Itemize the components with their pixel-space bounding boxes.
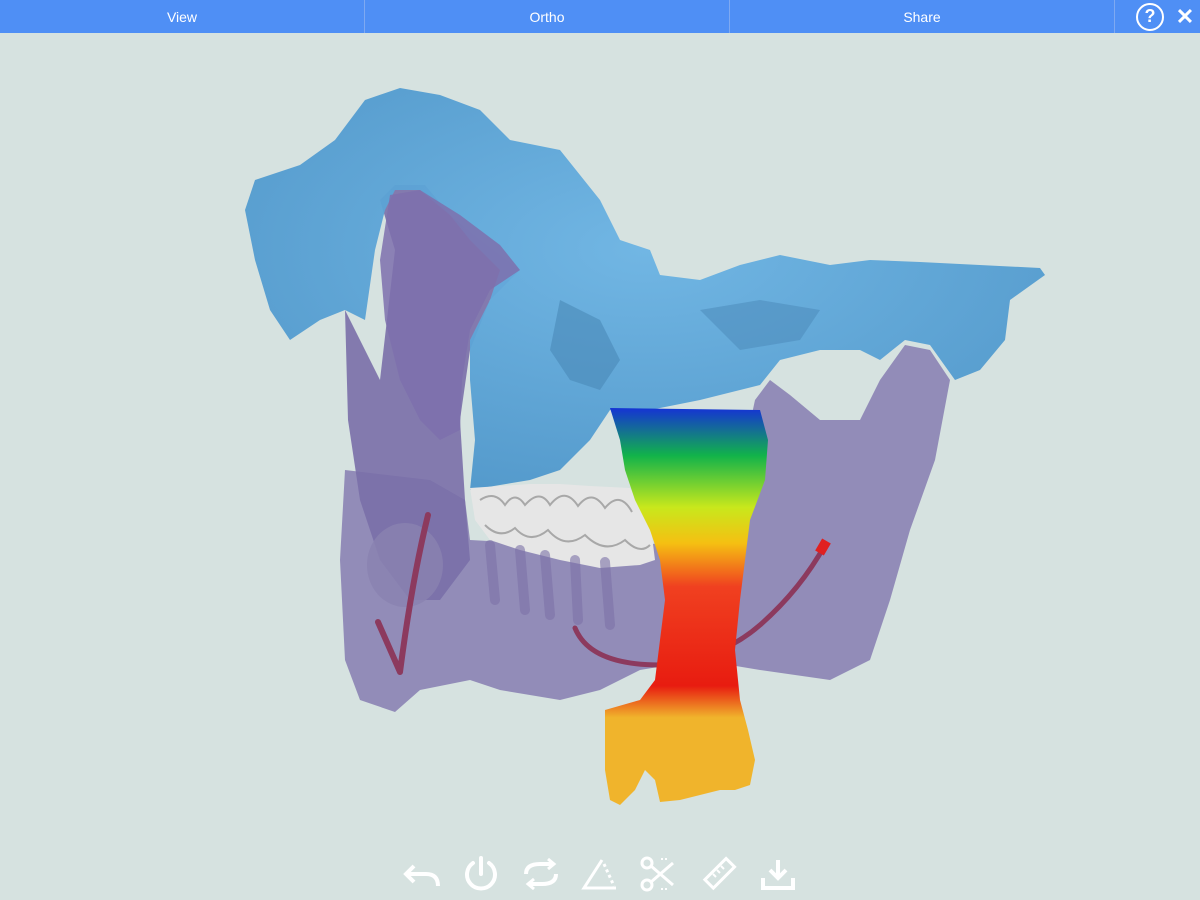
help-button[interactable]: ?: [1136, 2, 1164, 31]
power-icon: [465, 856, 498, 891]
scissors-icon: [640, 856, 675, 892]
bottom-toolbar: [400, 852, 800, 896]
3d-viewport[interactable]: [0, 33, 1200, 853]
top-actions: ? ✕: [1136, 0, 1200, 33]
power-button[interactable]: [459, 852, 503, 896]
measure-button[interactable]: [697, 852, 741, 896]
tab-share[interactable]: Share: [730, 0, 1115, 33]
export-button[interactable]: [756, 852, 800, 896]
close-button[interactable]: ✕: [1170, 0, 1200, 33]
rotate-icon: [523, 857, 558, 891]
download-icon: [760, 860, 795, 890]
cut-button[interactable]: [637, 852, 681, 896]
top-menu-bar: View Ortho Share: [0, 0, 1200, 33]
tab-ortho[interactable]: Ortho: [365, 0, 730, 33]
angle-measure-button[interactable]: [578, 852, 622, 896]
triangle-measure-icon: [581, 859, 616, 890]
rotate-button[interactable]: [519, 852, 563, 896]
undo-button[interactable]: [400, 852, 444, 896]
tab-view[interactable]: View: [0, 0, 365, 33]
undo-icon: [403, 864, 440, 887]
ruler-icon: [702, 856, 737, 891]
